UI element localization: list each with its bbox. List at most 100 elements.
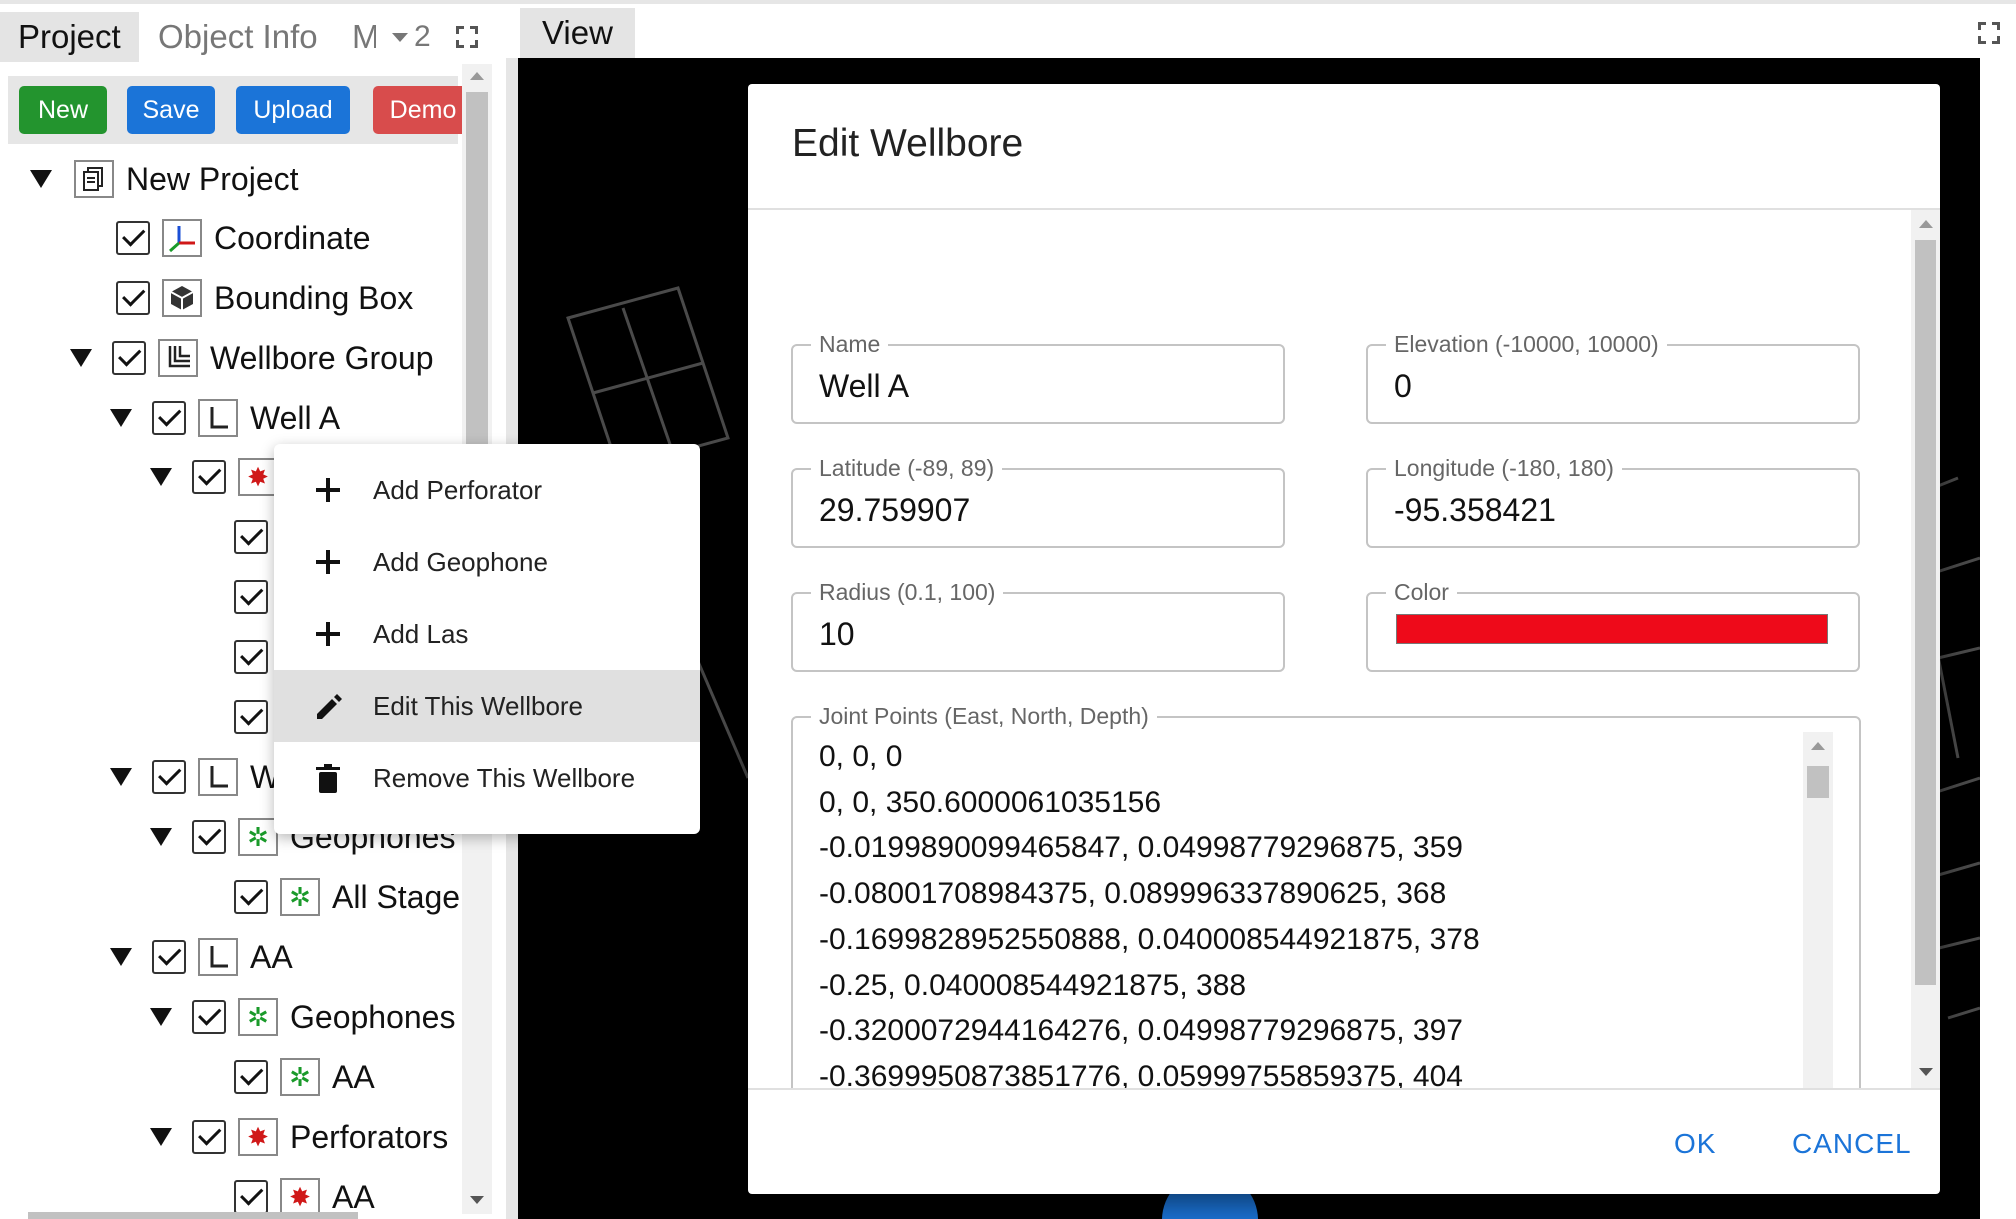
radius-label: Radius (0.1, 100) [811, 579, 1004, 606]
tree-node-aa-well[interactable]: AA [110, 935, 293, 979]
collapse-caret-icon[interactable] [70, 349, 92, 367]
scroll-thumb[interactable] [1915, 240, 1936, 985]
ok-button[interactable]: OK [1674, 1128, 1716, 1160]
visibility-checkbox[interactable] [116, 221, 150, 255]
joint-point-line: 0, 0, 350.6000061035156 [819, 785, 1161, 819]
collapse-caret-icon[interactable] [150, 468, 172, 486]
joint-points-label: Joint Points (East, North, Depth) [811, 703, 1157, 730]
tab-project[interactable]: Project [0, 12, 139, 62]
scroll-up-icon[interactable] [1919, 220, 1933, 228]
new-button[interactable]: New [19, 86, 107, 134]
collapse-caret-icon[interactable] [150, 1128, 172, 1146]
visibility-checkbox[interactable] [234, 580, 268, 614]
menu-item-remove-wellbore[interactable]: Remove This Wellbore [274, 742, 700, 814]
tab-view[interactable]: View [520, 8, 635, 58]
tree-node-wellbore-group[interactable]: Wellbore Group [70, 336, 434, 380]
latitude-value[interactable]: 29.759907 [819, 492, 970, 529]
tree-node-geophones[interactable]: ✲ Geophones [150, 995, 455, 1039]
menu-item-edit-wellbore[interactable]: Edit This Wellbore [274, 670, 700, 742]
maximize-view-icon[interactable] [1978, 22, 2000, 44]
longitude-label: Longitude (-180, 180) [1386, 455, 1622, 482]
visibility-checkbox[interactable] [234, 1180, 268, 1212]
tab-overflow-partial[interactable]: M [342, 12, 376, 62]
visibility-checkbox[interactable] [234, 640, 268, 674]
scroll-thumb[interactable] [1807, 766, 1829, 798]
visibility-checkbox[interactable] [192, 1000, 226, 1034]
collapse-caret-icon[interactable] [30, 170, 52, 188]
tree-node-coordinate[interactable]: Coordinate [116, 216, 371, 260]
tree-node-bounding-box[interactable]: Bounding Box [116, 276, 413, 320]
visibility-checkbox[interactable] [234, 880, 268, 914]
joint-points-field[interactable]: Joint Points (East, North, Depth) 0, 0, … [791, 703, 1861, 1088]
visibility-checkbox[interactable] [192, 1120, 226, 1154]
upload-button[interactable]: Upload [236, 86, 350, 134]
horizontal-scroll-thumb[interactable] [28, 1212, 358, 1219]
visibility-checkbox[interactable] [234, 520, 268, 554]
elevation-label: Elevation (-10000, 10000) [1386, 331, 1667, 358]
save-button[interactable]: Save [127, 86, 215, 134]
menu-item-label: Edit This Wellbore [373, 690, 584, 721]
wellbore-icon [198, 758, 238, 796]
longitude-value[interactable]: -95.358421 [1394, 492, 1556, 529]
tree-label: Perforators [290, 1118, 449, 1155]
visibility-checkbox[interactable] [234, 1060, 268, 1094]
name-field[interactable]: Name Well A [791, 331, 1285, 424]
collapse-caret-icon[interactable] [110, 948, 132, 966]
tab-overflow-count: 2 [414, 20, 431, 53]
latitude-field[interactable]: Latitude (-89, 89) 29.759907 [791, 455, 1285, 548]
scroll-down-icon[interactable] [470, 1196, 484, 1204]
tree-node-project[interactable]: New Project [30, 157, 299, 201]
maximize-panel-icon[interactable] [456, 26, 478, 48]
menu-item-add-las[interactable]: Add Las [274, 598, 700, 670]
color-swatch[interactable] [1396, 614, 1828, 644]
visibility-checkbox[interactable] [112, 341, 146, 375]
elevation-field[interactable]: Elevation (-10000, 10000) 0 [1366, 331, 1860, 424]
scroll-up-icon[interactable] [1811, 742, 1825, 750]
dialog-scrollbar[interactable] [1911, 210, 1940, 1088]
tab-object-info[interactable]: Object Info [140, 12, 336, 62]
elevation-value[interactable]: 0 [1394, 368, 1412, 405]
visibility-checkbox[interactable] [116, 281, 150, 315]
visibility-checkbox[interactable] [192, 820, 226, 854]
geophone-icon: ✲ [280, 878, 320, 916]
collapse-caret-icon[interactable] [150, 1008, 172, 1026]
trash-icon [314, 764, 342, 793]
visibility-checkbox[interactable] [152, 940, 186, 974]
perforator-icon: ✸ [280, 1178, 320, 1212]
radius-field[interactable]: Radius (0.1, 100) 10 [791, 579, 1285, 672]
longitude-field[interactable]: Longitude (-180, 180) -95.358421 [1366, 455, 1860, 548]
tree-node-aa-perforator[interactable]: ✸ AA [234, 1175, 375, 1212]
visibility-checkbox[interactable] [234, 700, 268, 734]
demo-button[interactable]: Demo [373, 86, 473, 134]
joint-point-line: -0.3699950873851776, 0.05999755859375, 4… [819, 1059, 1463, 1088]
plus-icon [314, 548, 342, 576]
visibility-checkbox[interactable] [192, 460, 226, 494]
perforator-icon: ✸ [238, 458, 278, 496]
tree-node-perforators[interactable]: ✸ Perforators [150, 1115, 448, 1159]
divider [748, 1088, 1940, 1090]
scroll-down-icon[interactable] [1919, 1068, 1933, 1076]
collapse-caret-icon[interactable] [150, 828, 172, 846]
tree-node-second-well[interactable]: W [110, 755, 280, 799]
tree-node-perforators-hidden[interactable]: ✸ [150, 455, 290, 499]
tab-overflow-dropdown[interactable]: 2 [392, 12, 431, 62]
name-value[interactable]: Well A [819, 368, 909, 405]
radius-value[interactable]: 10 [819, 616, 855, 653]
dialog-title: Edit Wellbore [792, 122, 1024, 165]
collapse-caret-icon[interactable] [110, 768, 132, 786]
tree-node-well-a[interactable]: Well A [110, 396, 340, 440]
scroll-up-icon[interactable] [470, 72, 484, 80]
dropdown-arrow-icon [392, 32, 408, 42]
visibility-checkbox[interactable] [152, 760, 186, 794]
joint-points-scrollbar[interactable] [1803, 732, 1833, 1088]
cancel-button[interactable]: CANCEL [1792, 1128, 1912, 1160]
visibility-checkbox[interactable] [152, 401, 186, 435]
color-field[interactable]: Color [1366, 579, 1860, 672]
menu-item-add-geophone[interactable]: Add Geophone [274, 526, 700, 598]
view-header [520, 4, 2016, 58]
menu-item-add-perforator[interactable]: Add Perforator [274, 454, 700, 526]
tree-node-all-stage[interactable]: ✲ All Stage [234, 875, 460, 919]
joint-points-textarea[interactable]: 0, 0, 0 0, 0, 350.6000061035156 -0.0199890… [819, 734, 1809, 1088]
tree-node-aa-geophone[interactable]: ✲ AA [234, 1055, 375, 1099]
collapse-caret-icon[interactable] [110, 409, 132, 427]
